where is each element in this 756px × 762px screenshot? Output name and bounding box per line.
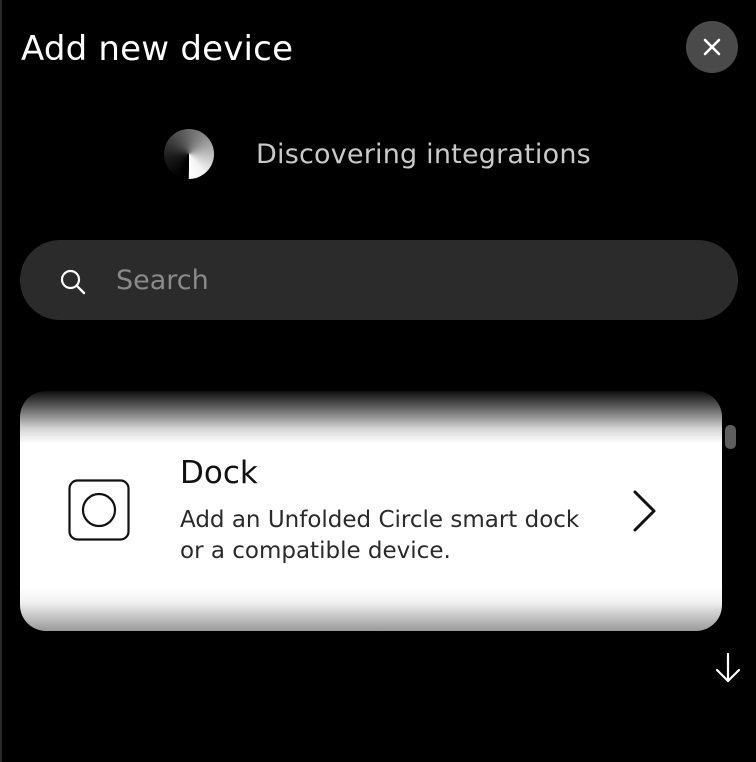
scrollbar-thumb[interactable] xyxy=(725,425,736,449)
dock-icon xyxy=(68,479,130,541)
chevron-right-icon[interactable] xyxy=(630,489,660,533)
search-input[interactable] xyxy=(116,240,696,320)
window-edge xyxy=(0,0,2,762)
search-icon xyxy=(60,269,86,295)
arrow-down-icon[interactable] xyxy=(714,652,742,684)
search-bar[interactable] xyxy=(20,240,738,320)
loading-spinner-icon xyxy=(164,129,214,179)
discovery-status: Discovering integrations xyxy=(164,128,591,180)
discovery-status-text: Discovering integrations xyxy=(256,138,591,170)
integration-card-dock[interactable]: Dock Add an Unfolded Circle smart dock o… xyxy=(20,391,722,631)
integration-title: Dock xyxy=(180,455,258,491)
close-icon xyxy=(703,38,721,56)
integration-description: Add an Unfolded Circle smart dock or a c… xyxy=(180,507,580,564)
close-button[interactable] xyxy=(686,21,738,73)
page-title: Add new device xyxy=(21,29,294,69)
